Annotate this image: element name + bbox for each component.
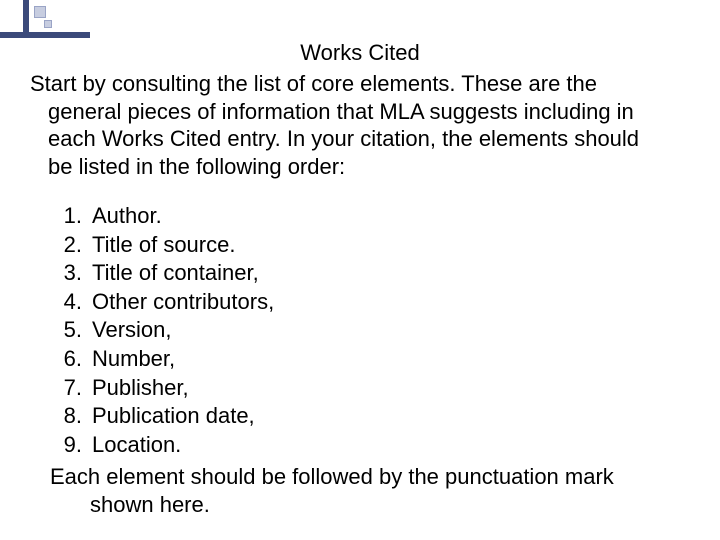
list-text: Publisher,	[92, 374, 189, 403]
list-number: 5.	[58, 316, 92, 345]
intro-paragraph: Start by consulting the list of core ele…	[30, 70, 690, 180]
list-number: 2.	[58, 231, 92, 260]
decoration-square-icon	[34, 6, 46, 18]
list-number: 6.	[58, 345, 92, 374]
intro-text-line: Start by consulting the list of core ele…	[30, 71, 597, 96]
slide-content: Works Cited Start by consulting the list…	[30, 40, 690, 518]
list-item: 2. Title of source.	[58, 231, 690, 260]
list-text: Version,	[92, 316, 172, 345]
list-text: Other contributors,	[92, 288, 274, 317]
list-text: Author.	[92, 202, 162, 231]
intro-text-line: each Works Cited entry. In your citation…	[30, 125, 690, 153]
list-item: 7. Publisher,	[58, 374, 690, 403]
list-number: 3.	[58, 259, 92, 288]
closing-text-line: shown here.	[50, 491, 690, 519]
intro-text-line: be listed in the following order:	[30, 153, 690, 181]
decoration-square-icon	[44, 20, 52, 28]
list-number: 4.	[58, 288, 92, 317]
intro-text-line: general pieces of information that MLA s…	[30, 98, 690, 126]
list-text: Number,	[92, 345, 175, 374]
ordered-list: 1. Author. 2. Title of source. 3. Title …	[30, 202, 690, 459]
list-item: 1. Author.	[58, 202, 690, 231]
list-item: 4. Other contributors,	[58, 288, 690, 317]
list-item: 3. Title of container,	[58, 259, 690, 288]
list-text: Title of container,	[92, 259, 259, 288]
list-item: 6. Number,	[58, 345, 690, 374]
list-text: Publication date,	[92, 402, 255, 431]
closing-paragraph: Each element should be followed by the p…	[30, 463, 690, 518]
decoration-hline	[0, 32, 90, 38]
list-text: Title of source.	[92, 231, 235, 260]
list-number: 1.	[58, 202, 92, 231]
list-text: Location.	[92, 431, 181, 460]
list-item: 9. Location.	[58, 431, 690, 460]
slide-title: Works Cited	[30, 40, 690, 66]
list-number: 8.	[58, 402, 92, 431]
list-number: 7.	[58, 374, 92, 403]
list-item: 5. Version,	[58, 316, 690, 345]
closing-text-line: Each element should be followed by the p…	[50, 464, 614, 489]
list-number: 9.	[58, 431, 92, 460]
list-item: 8. Publication date,	[58, 402, 690, 431]
